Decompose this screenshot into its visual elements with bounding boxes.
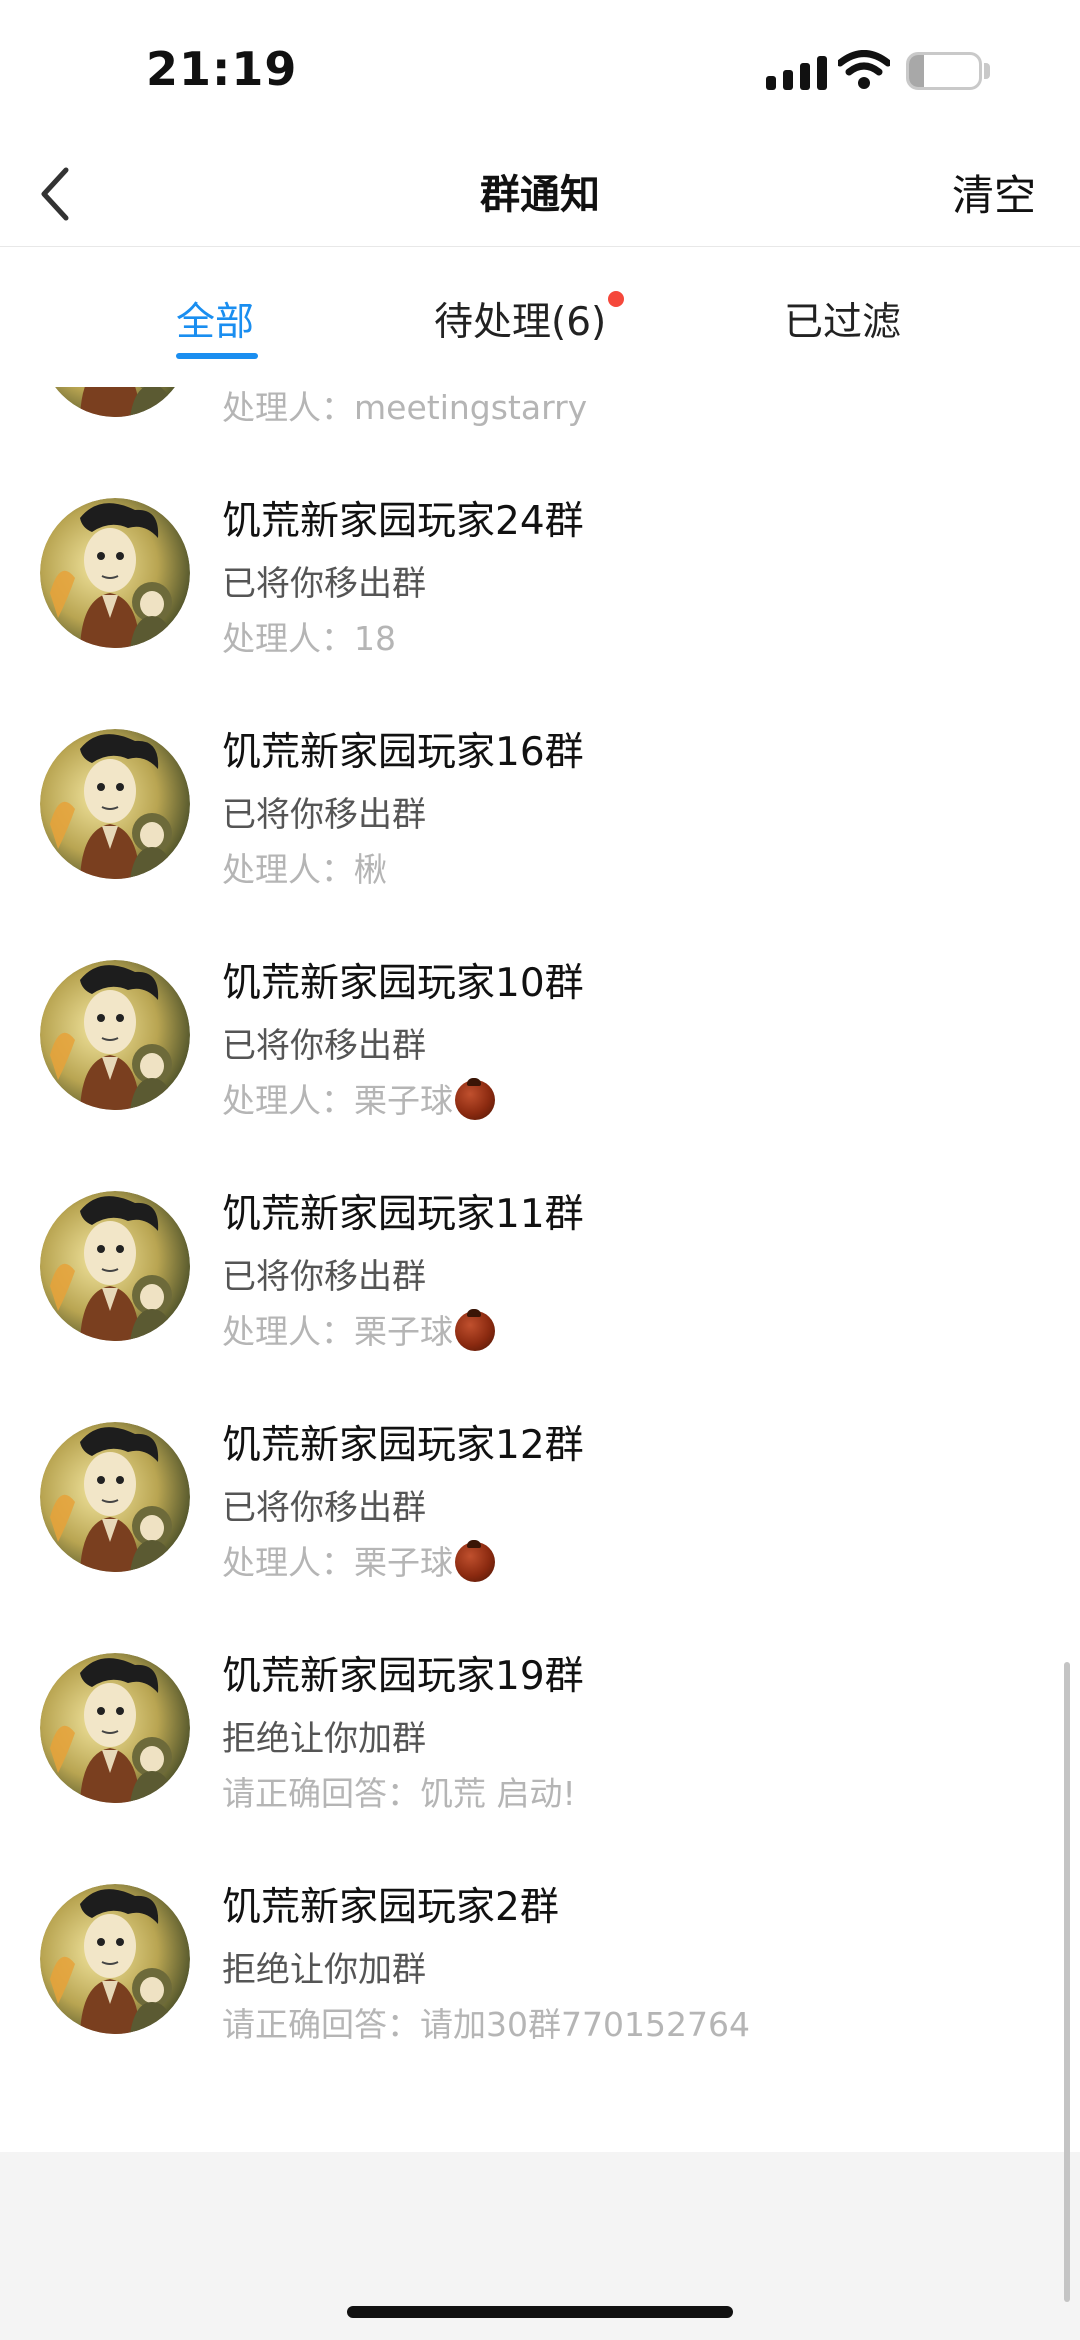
notification-item[interactable]: 饥荒新家园玩家16群已将你移出群 处理人：楸 (0, 695, 1080, 926)
group-avatar[interactable] (40, 498, 190, 648)
tab-active-underline (176, 353, 258, 359)
clear-button[interactable]: 清空 (952, 162, 1036, 223)
page-title: 群通知 (480, 172, 600, 218)
chestnut-icon (455, 1078, 495, 1120)
notification-item[interactable]: 饥荒新家园玩家12群已将你移出群 处理人：栗子球 (0, 1388, 1080, 1619)
scrollbar[interactable] (1064, 1662, 1070, 2302)
home-indicator[interactable] (347, 2306, 733, 2318)
status-time: 21:19 (146, 42, 298, 96)
group-avatar[interactable] (40, 729, 190, 879)
notification-status: 已将你移出群 (222, 795, 426, 835)
notification-detail-text: 处理人：栗子球 (222, 1543, 453, 1582)
group-name: 饥荒新家园玩家11群 (222, 1192, 584, 1237)
group-name: 饥荒新家园玩家24群 (222, 499, 584, 544)
notification-item[interactable]: 饥荒新家园玩家10群已将你移出群 处理人：栗子球 (0, 926, 1080, 1157)
battery-icon: 21 (906, 52, 982, 90)
notification-status: 已将你移出群 (222, 564, 426, 604)
group-name: 饥荒新家园玩家12群 (222, 1423, 584, 1468)
group-name: 饥荒新家园玩家19群 (222, 1654, 584, 1699)
tab-bar: 全部 待处理(6) 已过滤 (0, 247, 1080, 387)
notification-list[interactable]: 饥荒新家园玩家15群已将你移出群处理人：meetingstarry 饥荒新家园玩… (0, 387, 1080, 2152)
notification-detail: 处理人：栗子球 (222, 1305, 495, 1353)
notification-detail-text: 请正确回答：请加30群770152764 (222, 2005, 750, 2044)
notification-detail: 处理人：18 (222, 612, 396, 660)
notification-status: 拒绝让你加群 (222, 1719, 426, 1759)
notification-status: 已将你移出群 (222, 1026, 426, 1066)
tab-filtered[interactable]: 已过滤 (784, 291, 901, 347)
chestnut-icon (455, 1309, 495, 1351)
notification-item[interactable]: 饥荒新家园玩家15群已将你移出群处理人：meetingstarry (0, 387, 1080, 464)
notification-detail-text: 处理人：栗子球 (222, 1081, 453, 1120)
status-bar: 21:19 21 (0, 0, 1080, 140)
group-name: 饥荒新家园玩家10群 (222, 961, 584, 1006)
tab-pending[interactable]: 待处理(6) (434, 291, 606, 347)
notification-item[interactable]: 饥荒新家园玩家11群已将你移出群 处理人：栗子球 (0, 1157, 1080, 1388)
group-name: 饥荒新家园玩家2群 (222, 1885, 559, 1930)
notification-status: 拒绝让你加群 (222, 1950, 426, 1990)
notification-detail: 请正确回答：请加30群770152764 (222, 1998, 750, 2046)
notification-detail-text: 处理人：meetingstarry (222, 388, 588, 427)
group-avatar[interactable] (40, 387, 190, 417)
notification-detail: 处理人：栗子球 (222, 1536, 495, 1584)
tab-all[interactable]: 全部 (176, 291, 254, 347)
notification-detail: 请正确回答：饥荒 启动! (222, 1767, 576, 1815)
notification-status: 已将你移出群 (222, 1488, 426, 1528)
group-avatar[interactable] (40, 1422, 190, 1572)
notification-item[interactable]: 饥荒新家园玩家24群已将你移出群 处理人：18 (0, 464, 1080, 695)
notification-status: 已将你移出群 (222, 1257, 426, 1297)
notification-detail: 处理人：meetingstarry (222, 387, 587, 429)
notification-item[interactable]: 饥荒新家园玩家19群拒绝让你加群请正确回答：饥荒 启动! (0, 1619, 1080, 1850)
notification-detail: 处理人：楸 (222, 843, 387, 891)
notification-detail-text: 处理人：楸 (222, 850, 387, 889)
group-name: 饥荒新家园玩家16群 (222, 730, 584, 775)
group-avatar[interactable] (40, 1191, 190, 1341)
battery-percentage: 21 (924, 54, 964, 87)
group-avatar[interactable] (40, 960, 190, 1110)
notification-detail-text: 处理人：栗子球 (222, 1312, 453, 1351)
notification-detail: 处理人：栗子球 (222, 1074, 495, 1122)
nav-bar: 群通知 清空 (0, 140, 1080, 247)
chestnut-icon (455, 1540, 495, 1582)
notification-item[interactable]: 饥荒新家园玩家2群拒绝让你加群请正确回答：请加30群770152764 (0, 1850, 1080, 2081)
notification-detail-text: 处理人：18 (222, 619, 396, 658)
group-avatar[interactable] (40, 1653, 190, 1803)
wifi-icon (838, 50, 890, 89)
group-avatar[interactable] (40, 1884, 190, 2034)
battery-nub (984, 63, 990, 79)
pending-badge-dot (608, 291, 624, 307)
cellular-signal-icon (766, 54, 828, 90)
notification-detail-text: 请正确回答：饥荒 启动! (222, 1774, 576, 1813)
